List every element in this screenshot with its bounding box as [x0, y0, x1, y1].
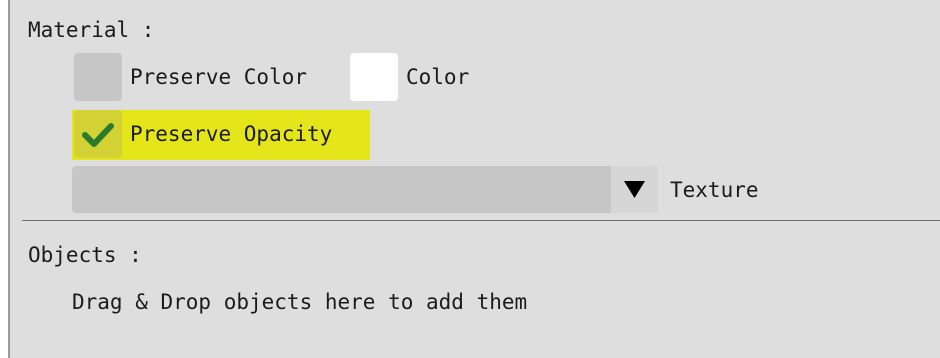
color-label: Color [406, 65, 470, 89]
preserve-opacity-label: Preserve Opacity [130, 122, 333, 146]
properties-panel: Material : Preserve Color Color Preserve… [8, 0, 940, 358]
preserve-opacity-checkbox[interactable] [74, 110, 122, 158]
check-icon [82, 123, 114, 147]
material-header: Material : [28, 18, 155, 42]
triangle-down-icon [624, 181, 645, 198]
color-swatch[interactable] [350, 53, 398, 101]
preserve-color-checkbox[interactable] [74, 53, 122, 101]
texture-dropdown-button[interactable] [611, 166, 658, 213]
section-divider [22, 220, 940, 221]
objects-drop-zone-hint[interactable]: Drag & Drop objects here to add them [72, 290, 527, 314]
texture-label: Texture [670, 178, 759, 202]
texture-dropdown[interactable] [72, 166, 658, 213]
objects-header: Objects : [28, 243, 142, 267]
preserve-color-label: Preserve Color [130, 65, 308, 89]
